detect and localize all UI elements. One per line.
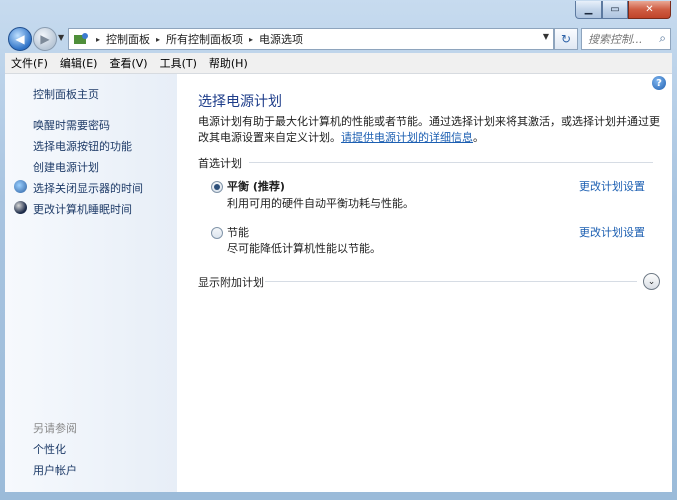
window-frame: ▁ ▭ ✕ ◀ ▶ ▼ ▸ 控制面板 ▸ 所有控制面板项 ▸ 电源选项 ▼ ↻ … <box>0 0 677 500</box>
menu-tools[interactable]: 工具(T) <box>154 55 203 71</box>
group-divider <box>249 162 653 163</box>
page-description: 电源计划有助于最大化计算机的性能或者节能。通过选择计划来将其激活，或选择计划并通… <box>198 114 660 146</box>
caption-buttons: ▁ ▭ ✕ <box>575 1 671 19</box>
sleep-moon-icon <box>14 201 27 214</box>
recent-pages-dropdown[interactable]: ▼ <box>58 33 64 42</box>
expand-additional-plans-button[interactable]: ⌄ <box>643 273 660 290</box>
chevron-down-icon: ⌄ <box>647 276 656 287</box>
group-divider <box>265 281 637 282</box>
plan-radio-balanced[interactable] <box>211 181 223 193</box>
minimize-icon: ▁ <box>584 4 593 15</box>
sidebar-link-power-buttons[interactable]: 选择电源按钮的功能 <box>33 138 132 154</box>
change-plan-settings-balanced[interactable]: 更改计划设置 <box>579 178 645 194</box>
refresh-icon: ↻ <box>560 32 572 46</box>
arrow-left-icon: ◀ <box>15 32 25 46</box>
address-dropdown-icon[interactable]: ▼ <box>543 32 549 41</box>
monitor-icon <box>14 180 27 193</box>
sidebar-link-sleep-time[interactable]: 更改计算机睡眠时间 <box>33 201 132 217</box>
control-panel-icon <box>74 33 88 44</box>
sidebar-link-display-off[interactable]: 选择关闭显示器的时间 <box>33 180 143 196</box>
breadcrumb-power-options[interactable]: 电源选项 <box>256 31 306 47</box>
plan-desc-power-saver: 尽可能降低计算机性能以节能。 <box>227 242 381 255</box>
menu-file[interactable]: 文件(F) <box>5 55 54 71</box>
content-area: 控制面板主页 唤醒时需要密码 选择电源按钮的功能 创建电源计划 选择关闭显示器的… <box>5 74 672 492</box>
breadcrumb-all-items[interactable]: 所有控制面板项 <box>163 31 246 47</box>
address-bar[interactable]: ▸ 控制面板 ▸ 所有控制面板项 ▸ 电源选项 ▼ <box>68 28 554 50</box>
breadcrumb-separator[interactable]: ▸ <box>246 35 256 44</box>
page-title: 选择电源计划 <box>198 94 282 110</box>
forward-button[interactable]: ▶ <box>33 27 57 51</box>
plan-name-power-saver[interactable]: 节能 <box>227 224 249 240</box>
title-bar: ▁ ▭ ✕ <box>0 0 677 24</box>
preferred-plans-heading: 首选计划 <box>198 157 242 170</box>
breadcrumb-separator[interactable]: ▸ <box>93 35 103 44</box>
breadcrumb-separator[interactable]: ▸ <box>153 35 163 44</box>
maximize-button[interactable]: ▭ <box>602 1 628 19</box>
sidebar-link-wake-password[interactable]: 唤醒时需要密码 <box>33 117 110 133</box>
navigation-bar: ◀ ▶ ▼ ▸ 控制面板 ▸ 所有控制面板项 ▸ 电源选项 ▼ ↻ ⌕ <box>0 24 677 53</box>
sidebar-home-link[interactable]: 控制面板主页 <box>33 86 99 102</box>
search-icon[interactable]: ⌕ <box>659 31 666 46</box>
menu-edit[interactable]: 编辑(E) <box>54 55 104 71</box>
back-button[interactable]: ◀ <box>8 27 32 51</box>
close-button[interactable]: ✕ <box>628 1 671 19</box>
search-input[interactable] <box>586 31 654 47</box>
arrow-right-icon: ▶ <box>40 32 50 46</box>
minimize-button[interactable]: ▁ <box>575 1 602 19</box>
plan-details-link[interactable]: 请提供电源计划的详细信息 <box>341 131 473 144</box>
plan-desc-balanced: 利用可用的硬件自动平衡功耗与性能。 <box>227 197 414 210</box>
plan-name-balanced[interactable]: 平衡 (推荐) <box>227 178 285 194</box>
see-also-heading: 另请参阅 <box>33 422 77 435</box>
sidebar-link-create-plan[interactable]: 创建电源计划 <box>33 159 99 175</box>
maximize-icon: ▭ <box>610 4 620 15</box>
description-end: 。 <box>473 131 484 144</box>
help-icon[interactable]: ? <box>652 76 666 90</box>
additional-plans-heading[interactable]: 显示附加计划 <box>198 274 264 290</box>
breadcrumb-control-panel[interactable]: 控制面板 <box>103 31 153 47</box>
sidebar-link-user-accounts[interactable]: 用户帐户 <box>33 462 77 478</box>
sidebar-link-personalization[interactable]: 个性化 <box>33 441 66 457</box>
search-box[interactable]: ⌕ <box>581 28 671 50</box>
close-icon: ✕ <box>645 4 654 15</box>
refresh-button[interactable]: ↻ <box>554 28 578 50</box>
menu-help[interactable]: 帮助(H) <box>203 55 254 71</box>
change-plan-settings-power-saver[interactable]: 更改计划设置 <box>579 224 645 240</box>
sidebar: 控制面板主页 唤醒时需要密码 选择电源按钮的功能 创建电源计划 选择关闭显示器的… <box>5 74 177 492</box>
menu-view[interactable]: 查看(V) <box>103 55 153 71</box>
plan-radio-power-saver[interactable] <box>211 227 223 239</box>
main-panel: ? 选择电源计划 电源计划有助于最大化计算机的性能或者节能。通过选择计划来将其激… <box>177 74 672 492</box>
menu-bar: 文件(F) 编辑(E) 查看(V) 工具(T) 帮助(H) <box>5 53 672 74</box>
